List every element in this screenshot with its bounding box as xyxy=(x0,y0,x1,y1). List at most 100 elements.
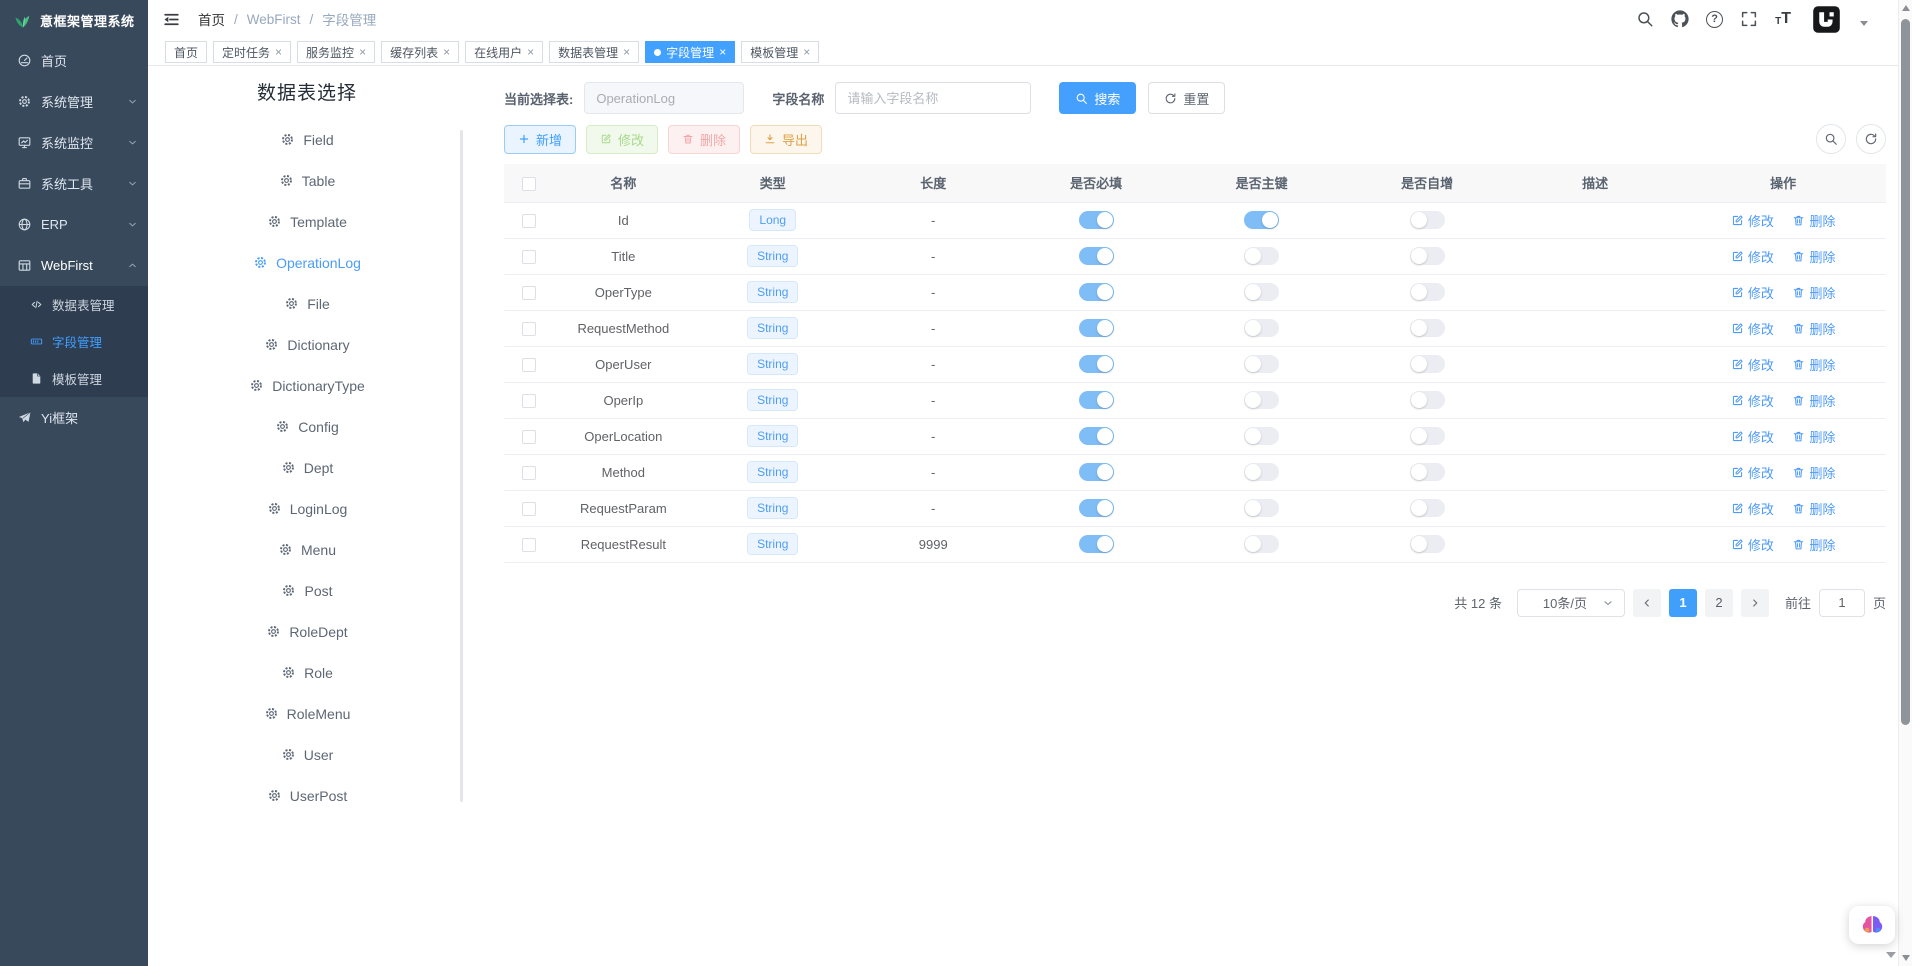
export-button[interactable]: 导出 xyxy=(750,125,822,154)
select-all-checkbox[interactable] xyxy=(522,177,536,191)
tree-item-menu[interactable]: Menu xyxy=(148,529,466,570)
tree-item-loginlog[interactable]: LoginLog xyxy=(148,488,466,529)
row-checkbox[interactable] xyxy=(522,466,536,480)
tree-item-dictionarytype[interactable]: DictionaryType xyxy=(148,365,466,406)
edit-link[interactable]: 修改 xyxy=(1731,391,1774,410)
required-toggle[interactable] xyxy=(1079,355,1114,373)
auto-increment-toggle[interactable] xyxy=(1410,391,1445,409)
primary-key-toggle[interactable] xyxy=(1244,319,1279,337)
help-icon[interactable]: ? xyxy=(1706,11,1723,28)
edit-link[interactable]: 修改 xyxy=(1731,247,1774,266)
auto-increment-toggle[interactable] xyxy=(1410,427,1445,445)
edit-link[interactable]: 修改 xyxy=(1731,463,1774,482)
edit-link[interactable]: 修改 xyxy=(1731,427,1774,446)
tree-item-template[interactable]: Template xyxy=(148,201,466,242)
delete-link[interactable]: 删除 xyxy=(1792,247,1835,266)
close-icon[interactable]: × xyxy=(443,46,450,58)
primary-key-toggle[interactable] xyxy=(1244,463,1279,481)
scroll-up-arrow[interactable] xyxy=(1899,5,1912,11)
tab-online-users[interactable]: 在线用户 × xyxy=(465,41,543,63)
breadcrumb-home[interactable]: 首页 xyxy=(198,9,225,29)
row-checkbox[interactable] xyxy=(522,538,536,552)
close-icon[interactable]: × xyxy=(803,46,810,58)
sidebar-item-erp[interactable]: ERP xyxy=(0,204,148,245)
page-scrollbar[interactable] xyxy=(1898,0,1912,966)
sidebar-item-field-management[interactable]: 字段管理 xyxy=(0,323,148,360)
row-checkbox[interactable] xyxy=(522,502,536,516)
edit-link[interactable]: 修改 xyxy=(1731,499,1774,518)
tab-home[interactable]: 首页 xyxy=(165,41,207,63)
tree-item-config[interactable]: Config xyxy=(148,406,466,447)
sidebar-item-template-management[interactable]: 模板管理 xyxy=(0,360,148,397)
tree-item-dictionary[interactable]: Dictionary xyxy=(148,324,466,365)
required-toggle[interactable] xyxy=(1079,535,1114,553)
tree-item-table[interactable]: Table xyxy=(148,160,466,201)
auto-increment-toggle[interactable] xyxy=(1410,355,1445,373)
scroll-down-arrow[interactable] xyxy=(1899,955,1912,961)
row-checkbox[interactable] xyxy=(522,214,536,228)
required-toggle[interactable] xyxy=(1079,211,1114,229)
scrollbar-thumb[interactable] xyxy=(1901,19,1910,725)
font-size-icon[interactable]: TT xyxy=(1775,11,1791,27)
required-toggle[interactable] xyxy=(1079,391,1114,409)
delete-link[interactable]: 删除 xyxy=(1792,211,1835,230)
required-toggle[interactable] xyxy=(1079,463,1114,481)
sidebar-item-system-management[interactable]: 系统管理 xyxy=(0,81,148,122)
search-button[interactable]: 搜索 xyxy=(1059,82,1136,114)
edit-link[interactable]: 修改 xyxy=(1731,211,1774,230)
row-checkbox[interactable] xyxy=(522,358,536,372)
delete-link[interactable]: 删除 xyxy=(1792,427,1835,446)
refresh-table-button[interactable] xyxy=(1856,124,1886,154)
reset-button[interactable]: 重置 xyxy=(1148,82,1225,114)
edit-link[interactable]: 修改 xyxy=(1731,283,1774,302)
sidebar-item-yi-framework[interactable]: Yi框架 xyxy=(0,397,148,438)
delete-link[interactable]: 删除 xyxy=(1792,535,1835,554)
tree-item-field[interactable]: Field xyxy=(148,119,466,160)
delete-link[interactable]: 删除 xyxy=(1792,319,1835,338)
row-checkbox[interactable] xyxy=(522,394,536,408)
auto-increment-toggle[interactable] xyxy=(1410,535,1445,553)
tree-item-user[interactable]: User xyxy=(148,734,466,775)
widget-collapse-caret[interactable] xyxy=(1886,952,1896,958)
prev-page-button[interactable] xyxy=(1633,589,1661,617)
auto-increment-toggle[interactable] xyxy=(1410,499,1445,517)
goto-page-input[interactable] xyxy=(1819,589,1865,617)
delete-link[interactable]: 删除 xyxy=(1792,391,1835,410)
required-toggle[interactable] xyxy=(1079,427,1114,445)
row-checkbox[interactable] xyxy=(522,322,536,336)
required-toggle[interactable] xyxy=(1079,319,1114,337)
tree-item-role[interactable]: Role xyxy=(148,652,466,693)
github-icon[interactable] xyxy=(1671,10,1689,28)
assistant-widget[interactable] xyxy=(1849,906,1895,944)
delete-button[interactable]: 删除 xyxy=(668,125,740,154)
search-icon[interactable] xyxy=(1636,10,1654,28)
primary-key-toggle[interactable] xyxy=(1244,247,1279,265)
auto-increment-toggle[interactable] xyxy=(1410,211,1445,229)
primary-key-toggle[interactable] xyxy=(1244,355,1279,373)
tree-item-operationlog[interactable]: OperationLog xyxy=(148,242,466,283)
auto-increment-toggle[interactable] xyxy=(1410,319,1445,337)
tree-item-userpost[interactable]: UserPost xyxy=(148,775,466,816)
avatar[interactable] xyxy=(1812,5,1841,34)
delete-link[interactable]: 删除 xyxy=(1792,355,1835,374)
avatar-dropdown-caret[interactable] xyxy=(1860,21,1868,26)
page-button-1[interactable]: 1 xyxy=(1669,589,1697,617)
auto-increment-toggle[interactable] xyxy=(1410,463,1445,481)
row-checkbox[interactable] xyxy=(522,430,536,444)
close-icon[interactable]: × xyxy=(359,46,366,58)
primary-key-toggle[interactable] xyxy=(1244,211,1279,229)
required-toggle[interactable] xyxy=(1079,499,1114,517)
tree-item-post[interactable]: Post xyxy=(148,570,466,611)
sidebar-item-table-management[interactable]: 数据表管理 xyxy=(0,286,148,323)
page-size-select[interactable]: 10条/页 xyxy=(1517,589,1625,617)
field-name-input[interactable] xyxy=(835,82,1031,114)
edit-link[interactable]: 修改 xyxy=(1731,355,1774,374)
tab-field-management[interactable]: 字段管理 × xyxy=(645,41,735,63)
next-page-button[interactable] xyxy=(1741,589,1769,617)
hamburger-icon[interactable] xyxy=(162,10,181,29)
page-button-2[interactable]: 2 xyxy=(1705,589,1733,617)
tree-item-rolemenu[interactable]: RoleMenu xyxy=(148,693,466,734)
delete-link[interactable]: 删除 xyxy=(1792,283,1835,302)
required-toggle[interactable] xyxy=(1079,247,1114,265)
auto-increment-toggle[interactable] xyxy=(1410,283,1445,301)
